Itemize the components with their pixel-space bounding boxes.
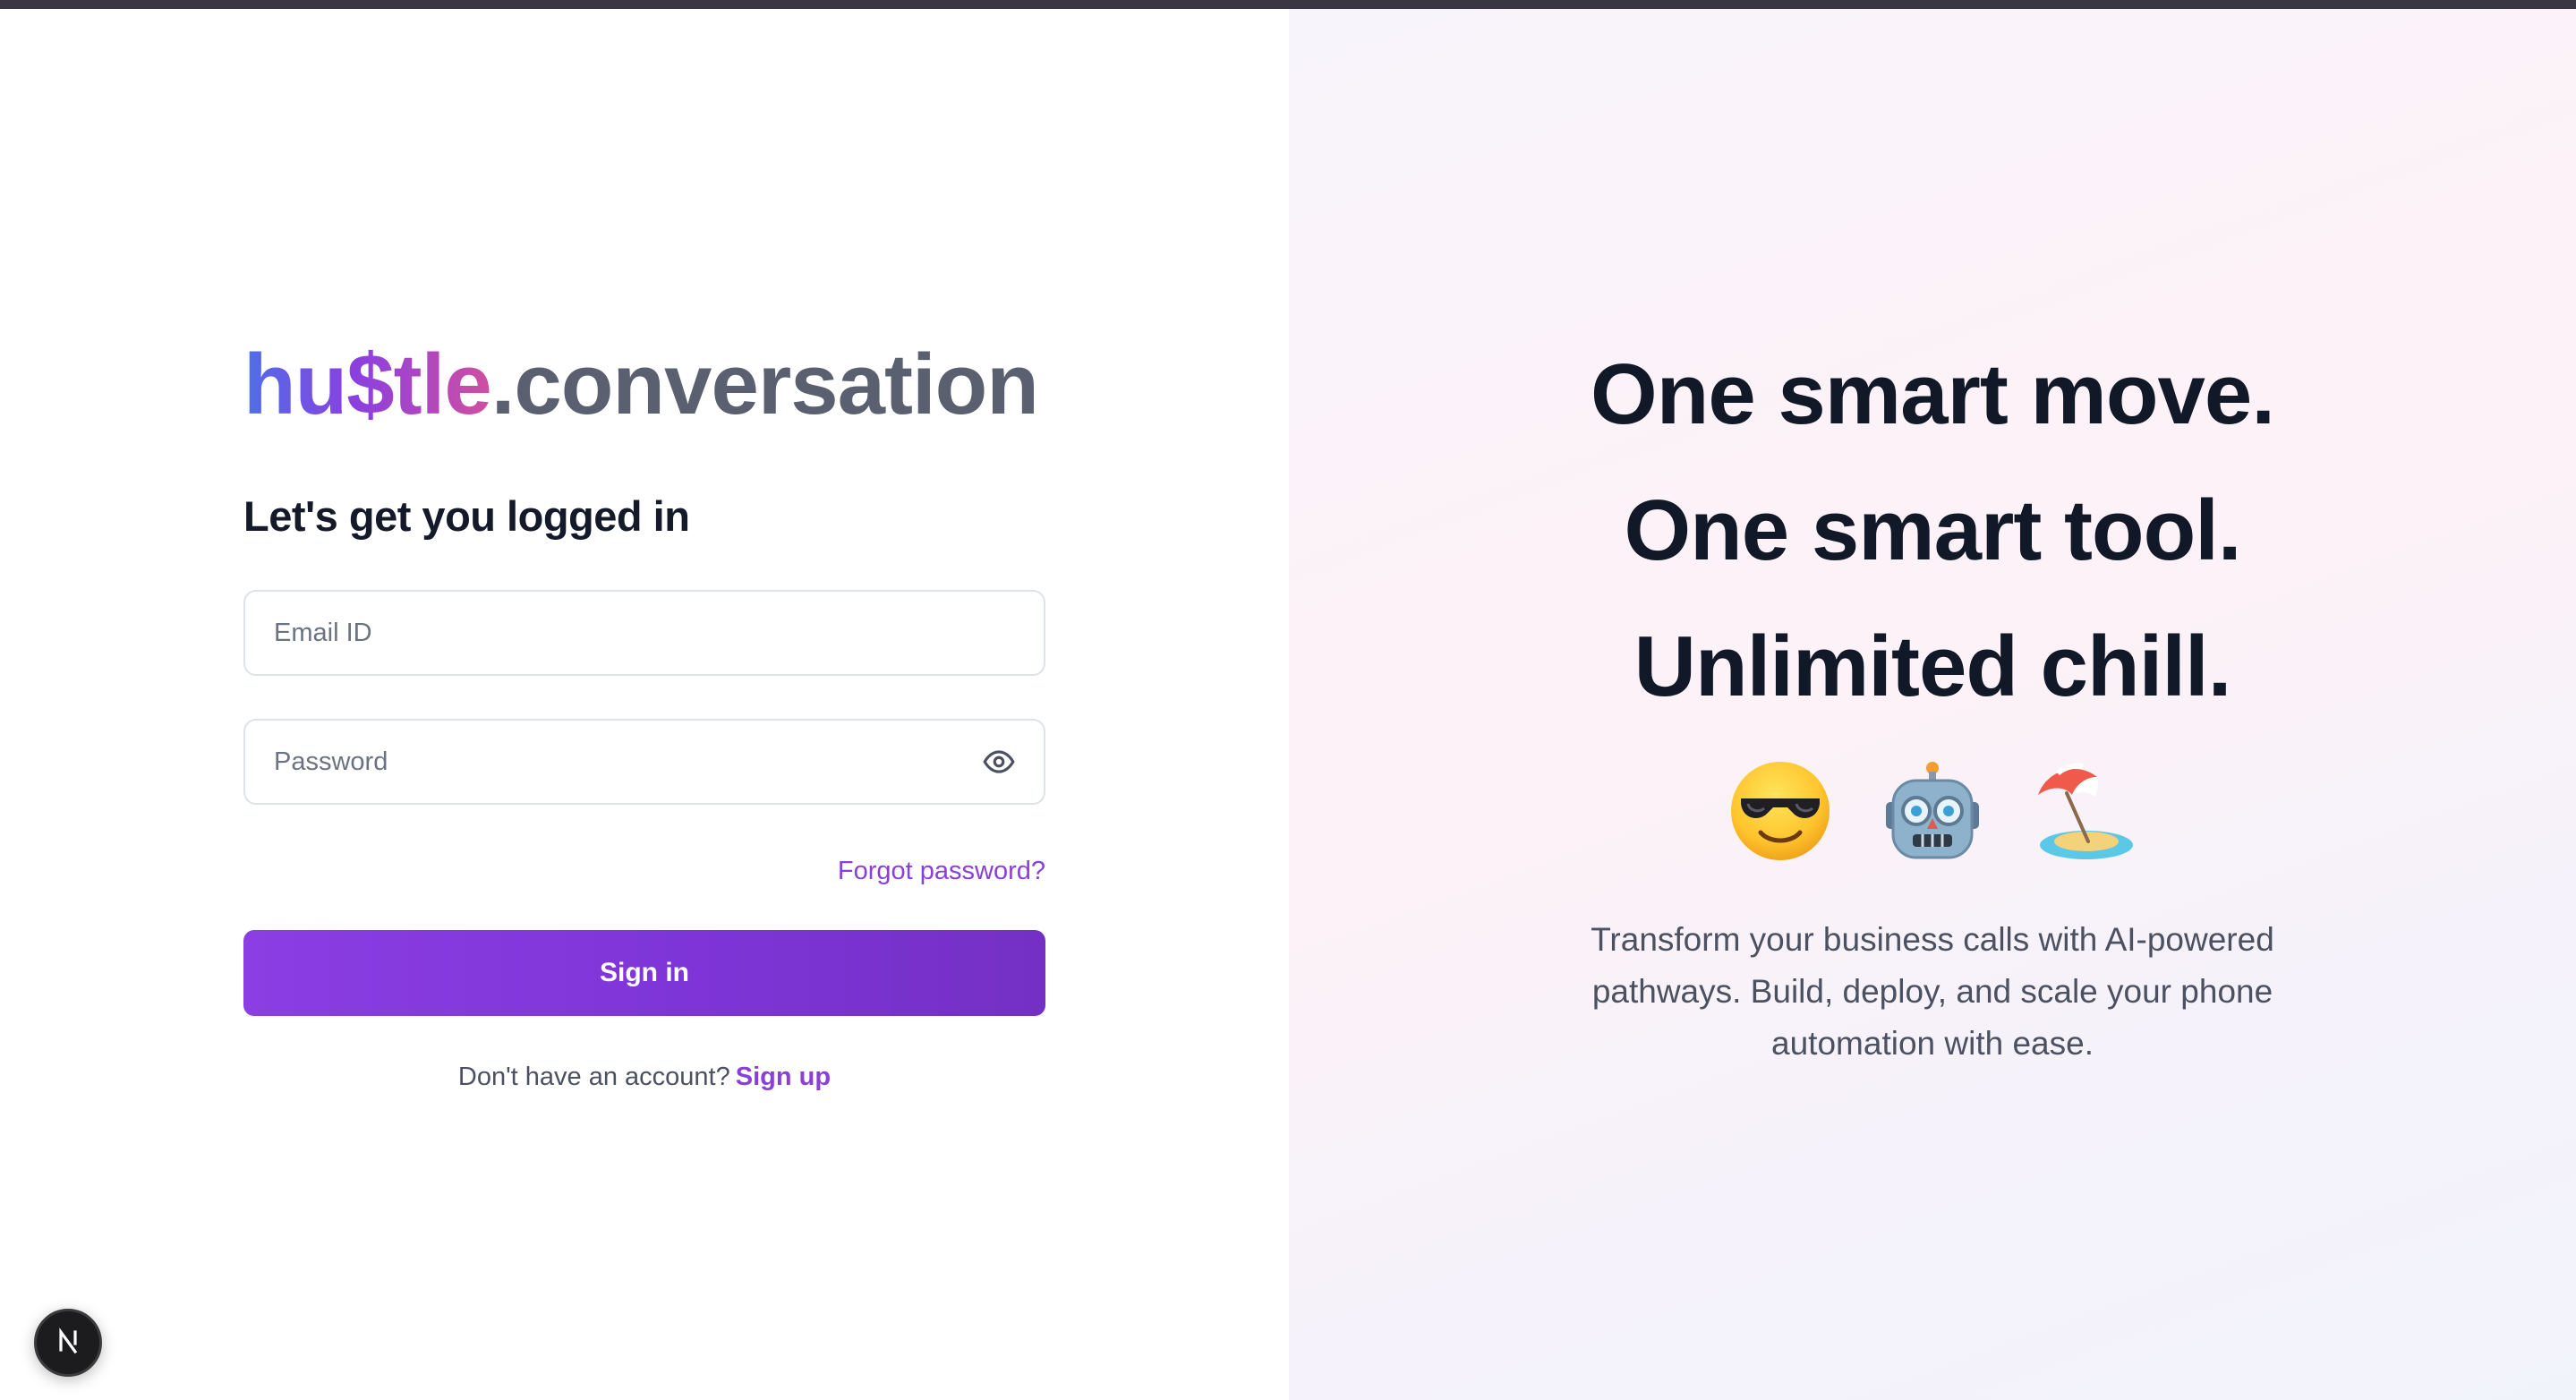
login-panel: hu$tle.conversation Let's get you logged… (0, 9, 1289, 1400)
forgot-password-link[interactable]: Forgot password? (838, 857, 1045, 885)
marketing-panel: One smart move. One smart tool. Unlimite… (1289, 9, 2576, 1400)
beach-umbrella-icon (2033, 759, 2137, 863)
brand-logo: hu$tle.conversation (243, 327, 1045, 443)
email-field-wrapper (243, 590, 1045, 676)
emoji-row (1289, 753, 2576, 869)
show-password-eye-icon[interactable] (981, 744, 1017, 780)
nextjs-icon (50, 1323, 86, 1363)
password-input[interactable] (245, 721, 1044, 803)
signup-prompt-row: Don't have an account? Sign up (243, 1063, 1045, 1092)
smiling-face-with-sunglasses-icon (1728, 759, 1832, 863)
hero-line-1: One smart move. (1591, 346, 2275, 442)
brand-name: hu$tle (243, 337, 492, 432)
hero-description: Transform your business calls with AI-po… (1591, 921, 2274, 1062)
password-field-wrapper (243, 719, 1045, 805)
forgot-row: Forgot password? (243, 857, 1045, 892)
brand-suffix: .conversation (490, 337, 1039, 432)
robot-icon (1881, 759, 1984, 863)
signup-prompt-text: Don't have an account? (457, 1063, 730, 1091)
email-input[interactable] (245, 592, 1044, 674)
sign-up-link[interactable]: Sign up (736, 1063, 831, 1091)
login-form: hu$tle.conversation Let's get you logged… (243, 327, 1045, 1092)
nextjs-dev-badge[interactable] (34, 1309, 102, 1377)
hero-section: One smart move. One smart tool. Unlimite… (1289, 327, 2576, 1070)
hero-line-3: Unlimited chill. (1633, 619, 2232, 714)
sign-in-button[interactable]: Sign in (243, 930, 1045, 1016)
window-top-bar (0, 0, 2576, 9)
hero-line-2: One smart tool. (1624, 482, 2241, 578)
page-title: Let's get you logged in (243, 492, 690, 540)
